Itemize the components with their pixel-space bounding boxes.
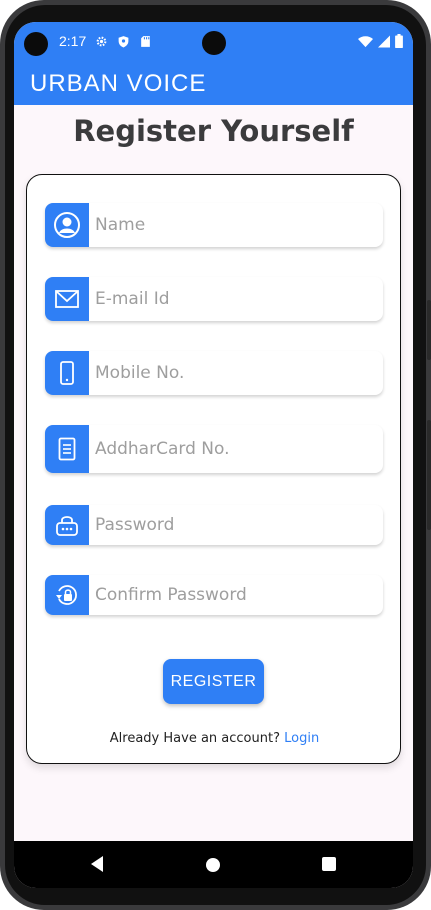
lock-icon (45, 505, 89, 545)
login-prompt: Already Have an account? (109, 731, 280, 746)
confirm-password-field[interactable] (45, 575, 383, 615)
login-link[interactable]: Login (284, 731, 319, 746)
password-input[interactable] (89, 505, 383, 545)
password-field[interactable] (45, 505, 383, 545)
app-title: URBAN VOICE (30, 70, 207, 97)
front-camera (202, 31, 226, 55)
home-icon[interactable] (206, 858, 220, 872)
email-field[interactable] (45, 277, 383, 321)
document-icon (45, 425, 89, 473)
aadhar-input[interactable] (89, 425, 383, 473)
register-button[interactable]: REGISTER (163, 659, 264, 704)
navigation-bar (14, 841, 413, 888)
login-row: Already Have an account? Login (27, 731, 402, 746)
page-title: Register Yourself (73, 114, 354, 148)
user-circle-icon (45, 203, 89, 247)
mobile-field[interactable] (45, 351, 383, 395)
shield-icon (117, 35, 130, 48)
screen: 2:17 URBAN VOICE Register Yourself Name … (14, 22, 413, 888)
back-icon[interactable] (89, 855, 105, 878)
name-input[interactable] (89, 203, 383, 247)
app-bar: URBAN VOICE (14, 60, 413, 105)
status-left: 2:17 (59, 33, 152, 49)
gear-icon (95, 35, 108, 48)
volume-button (427, 420, 431, 530)
mobile-phone-icon (45, 351, 89, 395)
mobile-input[interactable] (89, 351, 383, 395)
aadhar-field[interactable] (45, 425, 383, 473)
sdcard-icon (139, 35, 152, 48)
status-bar: 2:17 (14, 22, 413, 60)
confirm-password-input[interactable] (89, 575, 383, 615)
lock-reset-icon (45, 575, 89, 615)
punch-hole (24, 32, 48, 56)
signal-icon (378, 35, 390, 51)
battery-icon (395, 34, 403, 51)
register-form-card: REGISTER Already Have an account? Login (26, 174, 401, 764)
status-time: 2:17 (59, 33, 87, 49)
email-input[interactable] (89, 277, 383, 321)
power-button (427, 300, 431, 360)
phone-frame: 2:17 URBAN VOICE Register Yourself Name … (0, 0, 431, 910)
envelope-icon (45, 277, 89, 321)
status-right (358, 34, 403, 51)
name-field[interactable] (45, 203, 383, 247)
wifi-icon (358, 35, 373, 51)
recent-apps-icon[interactable] (322, 857, 336, 871)
